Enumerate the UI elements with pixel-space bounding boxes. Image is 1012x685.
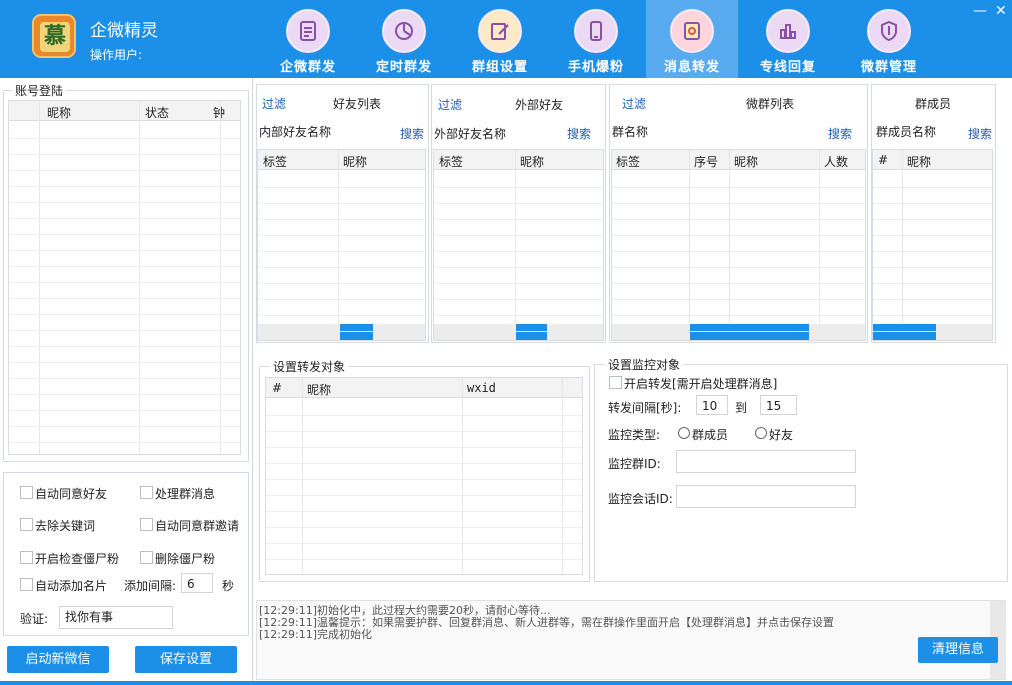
monitor-group-id-input[interactable]	[676, 450, 856, 473]
minimize-button[interactable]: —	[973, 3, 987, 19]
remove-keyword-checkbox[interactable]	[20, 518, 33, 531]
phone-icon	[574, 9, 618, 53]
close-button[interactable]: ✕	[995, 3, 1007, 19]
process-group-checkbox[interactable]	[140, 486, 153, 499]
interval-to-input[interactable]: 15	[760, 395, 797, 415]
app-title: 企微精灵	[90, 21, 158, 41]
enable-forward-checkbox[interactable]	[609, 376, 622, 389]
members-search-button[interactable]: 搜索	[968, 125, 992, 142]
nav-bulk-send[interactable]: 企微群发	[262, 0, 354, 78]
auto-group-invite-checkbox[interactable]	[140, 518, 153, 531]
log-line: [12:29:11]完成初始化	[259, 628, 372, 641]
monitor-session-id-input[interactable]	[676, 485, 856, 508]
friends-filter-link[interactable]: 过滤	[262, 95, 286, 112]
process-group-label: 处理群消息	[155, 487, 216, 501]
groups-search-label: 群名称	[612, 125, 649, 139]
start-wechat-button[interactable]: 启动新微信	[7, 646, 109, 673]
external-filter-link[interactable]: 过滤	[438, 96, 462, 113]
clear-info-button[interactable]: 清理信息	[918, 637, 998, 663]
bar-chart-icon	[766, 9, 810, 53]
nav-phone-fans[interactable]: 手机爆粉	[550, 0, 642, 78]
members-grid[interactable]: # 昵称	[872, 149, 993, 341]
pie-clock-icon	[382, 9, 426, 53]
message-forward-icon	[670, 9, 714, 53]
external-grid[interactable]: 标签 昵称	[433, 149, 604, 341]
document-list-icon	[286, 9, 330, 53]
members-search-label: 群成员名称	[876, 125, 937, 139]
forward-title: 设置转发对象	[270, 358, 349, 375]
groups-title: 微群列表	[746, 97, 795, 111]
vertical-divider	[252, 78, 253, 685]
check-zombie-checkbox[interactable]	[20, 551, 33, 564]
type-friend-label: 好友	[769, 428, 794, 442]
account-grid[interactable]: 昵称 状态钟	[8, 100, 241, 455]
interval-from-input[interactable]: 10	[696, 395, 728, 415]
external-scrollbar[interactable]	[434, 324, 603, 340]
forward-grid[interactable]: # 昵称 wxid	[265, 377, 583, 575]
monitor-session-id-label: 监控会话ID:	[608, 492, 673, 506]
nav-dedicated-reply[interactable]: 专线回复	[742, 0, 834, 78]
groups-filter-link[interactable]: 过滤	[622, 95, 646, 112]
nav-group-settings[interactable]: 群组设置	[454, 0, 546, 78]
members-scrollbar[interactable]	[873, 324, 992, 340]
header-bar: 慕 企微精灵 操作用户: 企微群发 定时群发 群组设置 手机爆粉 消息转发 专线…	[0, 0, 1012, 78]
interval-to-label: 到	[735, 401, 748, 415]
check-zombie-label: 开启检查僵尸粉	[35, 552, 120, 566]
auto-group-invite-label: 自动同意群邀请	[155, 519, 240, 533]
groups-scrollbar[interactable]	[612, 324, 865, 340]
auto-accept-checkbox[interactable]	[20, 486, 33, 499]
type-member-radio[interactable]	[678, 427, 690, 439]
app-logo: 慕	[32, 14, 76, 58]
delete-zombie-label: 删除僵尸粉	[155, 552, 216, 566]
external-search-button[interactable]: 搜索	[567, 125, 591, 142]
external-title: 外部好友	[515, 98, 564, 112]
shield-icon	[867, 9, 911, 53]
friends-scrollbar[interactable]	[258, 324, 425, 340]
account-login-title: 账号登陆	[12, 82, 67, 99]
friends-title: 好友列表	[333, 97, 382, 111]
remove-keyword-label: 去除关键词	[35, 519, 96, 533]
add-interval-label: 添加间隔:	[124, 579, 177, 593]
forward-interval-label: 转发间隔[秒]:	[608, 401, 682, 415]
verify-input[interactable]: 找你有事	[59, 606, 173, 629]
operator-user-label: 操作用户:	[90, 48, 143, 62]
log-area[interactable]: [12:29:11]初始化中，此过程大约需要20秒，请耐心等待... [12:2…	[256, 600, 1006, 680]
bottom-bar	[0, 681, 1012, 685]
auto-add-card-label: 自动添加名片	[35, 579, 108, 593]
monitor-group	[594, 364, 1008, 582]
monitor-type-label: 监控类型:	[608, 428, 661, 442]
monitor-group-id-label: 监控群ID:	[608, 457, 661, 471]
external-search-label: 外部好友名称	[434, 127, 507, 141]
groups-grid[interactable]: 标签 序号 昵称 人数	[611, 149, 866, 341]
nav-group-management[interactable]: 微群管理	[843, 0, 935, 78]
type-member-label: 群成员	[692, 428, 729, 442]
verify-label: 验证:	[20, 612, 49, 626]
nav-scheduled-send[interactable]: 定时群发	[358, 0, 450, 78]
enable-forward-label: 开启转发[需开启处理群消息]	[624, 377, 778, 391]
monitor-title: 设置监控对象	[605, 356, 684, 373]
friends-search-label: 内部好友名称	[259, 125, 332, 139]
auto-add-card-checkbox[interactable]	[20, 578, 33, 591]
groups-search-button[interactable]: 搜索	[828, 125, 852, 142]
save-settings-button[interactable]: 保存设置	[135, 646, 237, 673]
friends-search-button[interactable]: 搜索	[400, 125, 424, 142]
nav-message-forward[interactable]: 消息转发	[646, 0, 738, 78]
delete-zombie-checkbox[interactable]	[140, 551, 153, 564]
type-friend-radio[interactable]	[755, 427, 767, 439]
members-title: 群成员	[915, 97, 952, 111]
auto-accept-label: 自动同意好友	[35, 487, 108, 501]
edit-note-icon	[478, 9, 522, 53]
seconds-label: 秒	[222, 579, 235, 593]
friends-grid[interactable]: 标签 昵称	[257, 149, 426, 341]
add-interval-input[interactable]: 6	[181, 573, 213, 593]
